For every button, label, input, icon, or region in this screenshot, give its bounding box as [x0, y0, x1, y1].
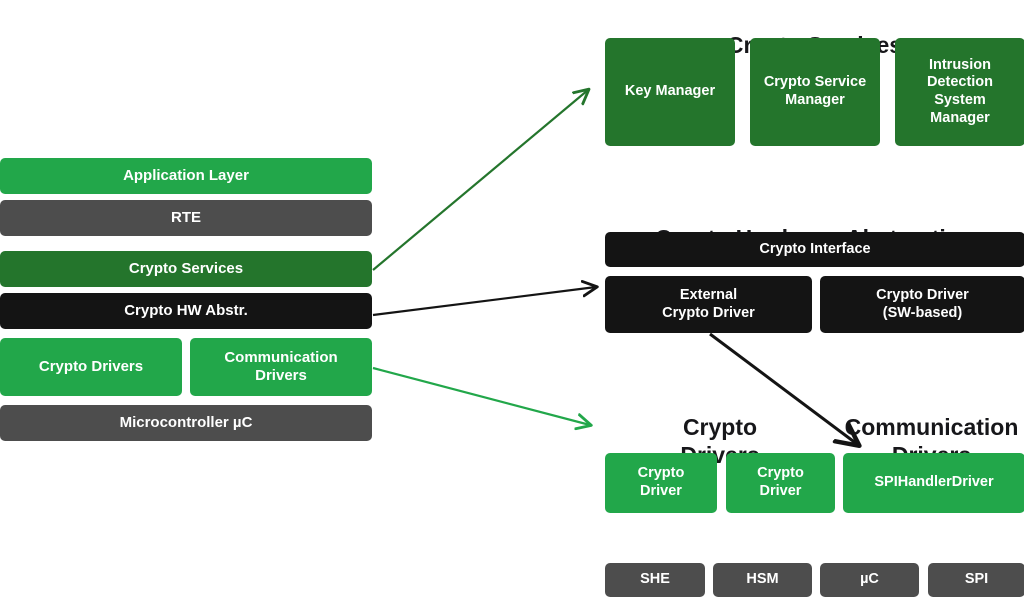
external-driver-to-spi-arrow: [709, 332, 857, 444]
connector-arrows: [372, 0, 1024, 597]
crypto-hw-abstraction-arrow: [372, 287, 596, 317]
crypto-services-arrow: [372, 90, 588, 271]
communication-drivers-arrow: [372, 366, 590, 425]
diagram-canvas: Application Layer RTE Crypto Services Cr…: [0, 0, 1024, 597]
